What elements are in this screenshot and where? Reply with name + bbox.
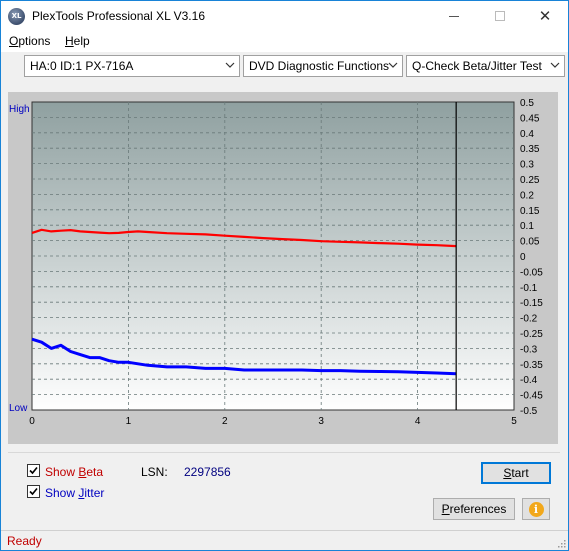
checkmark-icon — [29, 466, 38, 475]
start-button[interactable]: Start — [481, 462, 551, 484]
right-axis-ticks: 0.5 0.45 0.4 0.35 0.3 0.25 0.2 0.15 0.1 0.05 0 -0.0… — [520, 98, 543, 417]
menu-help-mnemonic: H — [65, 34, 74, 48]
right-tick-label: 0.1 — [520, 221, 534, 232]
info-icon: i — [528, 501, 544, 517]
app-logo-icon: XL — [8, 8, 25, 25]
menu-help-rest: elp — [73, 34, 90, 48]
right-tick-label: -0.2 — [520, 314, 538, 325]
maximize-button[interactable] — [477, 1, 523, 31]
status-bar: Ready — [1, 530, 568, 550]
x-tick-label: 3 — [318, 416, 324, 427]
menu-options-rest: ptions — [18, 34, 51, 48]
chevron-down-icon — [550, 62, 560, 68]
show-jitter-post: itter — [84, 486, 105, 500]
x-tick-label: 1 — [126, 416, 132, 427]
status-text: Ready — [7, 534, 42, 548]
minimize-button[interactable] — [431, 1, 477, 31]
show-beta-post: eta — [86, 465, 104, 479]
title-bar[interactable]: XL PlexTools Professional XL V3.16 ✕ — [1, 1, 568, 31]
test-select[interactable]: Q-Check Beta/Jitter Test — [406, 55, 565, 77]
right-tick-label: 0.15 — [520, 206, 540, 217]
right-tick-label: -0.45 — [520, 391, 543, 402]
beta-jitter-chart: High Low 0 1 2 3 4 5 0.5 0.45 0.4 0.35 0.3 0.25 0.2… — [9, 98, 543, 427]
right-tick-label: -0.1 — [520, 283, 538, 294]
right-tick-label: -0.3 — [520, 344, 538, 355]
show-beta-checkbox[interactable] — [27, 464, 40, 477]
show-beta-label[interactable]: Show Beta — [45, 465, 103, 479]
x-tick-label: 5 — [511, 416, 517, 427]
chart-area: High Low 0 1 2 3 4 5 0.5 0.45 0.4 0.35 0.3 0.25 0.2… — [8, 92, 558, 444]
x-tick-label: 4 — [415, 416, 421, 427]
preferences-rest: references — [449, 502, 507, 516]
right-tick-label: 0.25 — [520, 175, 540, 186]
show-jitter-label[interactable]: Show Jitter — [45, 486, 104, 500]
low-label: Low — [9, 403, 28, 414]
right-tick-label: -0.35 — [520, 360, 543, 371]
lsn-value: 2297856 — [184, 465, 231, 479]
info-button[interactable]: i — [522, 498, 550, 520]
close-button[interactable]: ✕ — [522, 1, 568, 31]
show-beta-pre: Show — [45, 465, 79, 479]
right-tick-label: 0.45 — [520, 113, 540, 124]
right-tick-label: 0.5 — [520, 98, 534, 109]
function-select-value: DVD Diagnostic Functions — [249, 59, 390, 73]
menu-help[interactable]: Help — [65, 34, 90, 48]
preferences-mnemonic: P — [441, 502, 450, 516]
checkmark-icon — [29, 487, 38, 496]
test-select-value: Q-Check Beta/Jitter Test — [412, 59, 542, 73]
right-tick-label: 0.4 — [520, 129, 534, 140]
lsn-label: LSN: — [141, 465, 168, 479]
x-tick-label: 0 — [29, 416, 35, 427]
right-tick-label: -0.05 — [520, 267, 543, 278]
minimize-icon — [449, 15, 459, 17]
function-select[interactable]: DVD Diagnostic Functions — [243, 55, 403, 77]
maximize-icon — [495, 11, 505, 21]
right-tick-label: -0.5 — [520, 406, 538, 417]
right-tick-label: 0 — [520, 252, 526, 263]
start-rest: tart — [511, 466, 529, 480]
close-icon: ✕ — [538, 7, 552, 25]
chevron-down-icon — [225, 62, 235, 68]
options-panel: Show Beta Show Jitter LSN: 2297856 Start… — [8, 452, 560, 526]
right-tick-label: 0.2 — [520, 190, 534, 201]
x-tick-label: 2 — [222, 416, 228, 427]
right-tick-label: 0.3 — [520, 160, 534, 171]
drive-select-value: HA:0 ID:1 PX-716A — [30, 59, 134, 73]
menu-options-mnemonic: O — [9, 34, 19, 48]
show-jitter-pre: Show — [45, 486, 79, 500]
menu-options[interactable]: Options — [9, 34, 50, 48]
toolbar: HA:0 ID:1 PX-716A DVD Diagnostic Functio… — [1, 52, 568, 82]
resize-grip-icon[interactable] — [556, 538, 566, 548]
right-tick-label: -0.15 — [520, 298, 543, 309]
right-tick-label: -0.4 — [520, 375, 538, 386]
x-axis-ticks: 0 1 2 3 4 5 — [29, 416, 517, 427]
show-jitter-checkbox[interactable] — [27, 485, 40, 498]
app-window: XL PlexTools Professional XL V3.16 ✕ Opt… — [0, 0, 569, 551]
right-tick-label: 0.35 — [520, 144, 540, 155]
window-title: PlexTools Professional XL V3.16 — [32, 9, 205, 23]
high-label: High — [9, 104, 30, 115]
grid-lines — [32, 102, 514, 410]
right-tick-label: 0.05 — [520, 237, 540, 248]
right-tick-label: -0.25 — [520, 329, 543, 340]
preferences-button[interactable]: Preferences — [433, 498, 515, 520]
drive-select[interactable]: HA:0 ID:1 PX-716A — [24, 55, 240, 77]
chevron-down-icon — [388, 62, 398, 68]
menu-bar: Options Help — [1, 31, 568, 52]
